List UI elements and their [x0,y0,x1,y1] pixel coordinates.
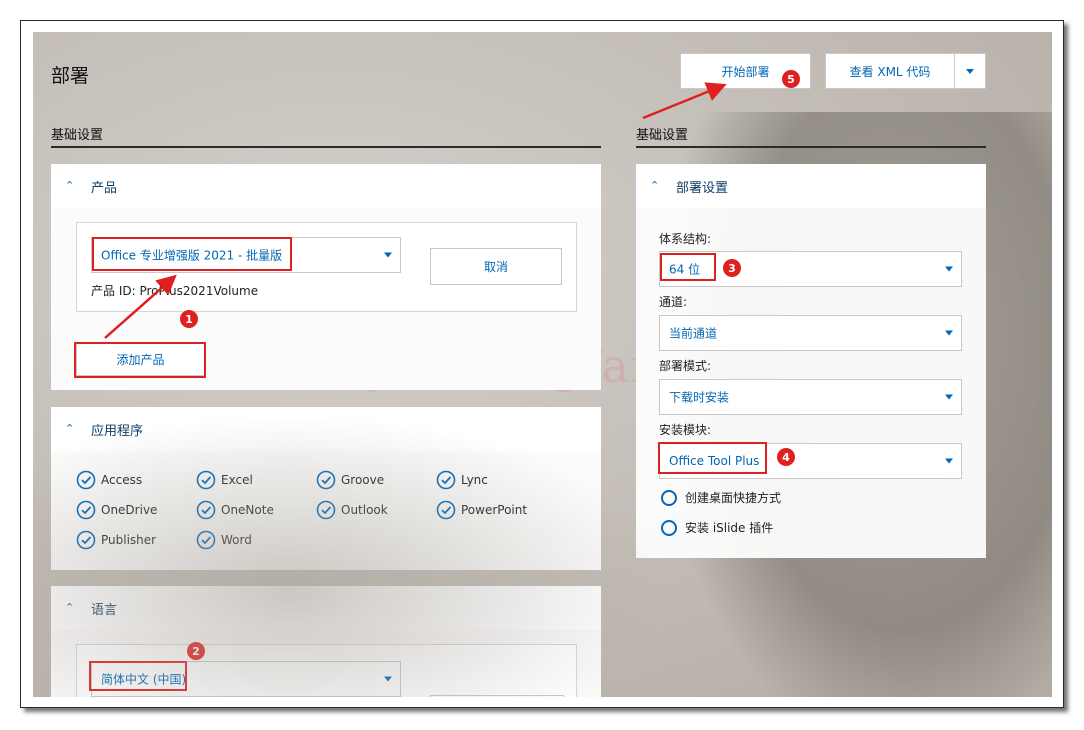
checked-icon [196,470,216,490]
app-checkbox[interactable]: Access [76,470,142,490]
app-checkbox[interactable]: Publisher [76,530,156,550]
app-checkbox[interactable]: Outlook [316,500,388,520]
app-checkbox-label: Outlook [341,503,388,517]
app-checkbox-label: Lync [461,473,488,487]
annotation-arrows [104,82,727,339]
language-select-value: 简体中文 (中国) [101,672,187,687]
apps-panel: ⌃ 应用程序 Access Excel Groove Lync OneDrive OneN… [51,407,601,570]
checked-icon [76,500,96,520]
app-checkbox[interactable]: Excel [196,470,253,490]
checked-icon [196,500,216,520]
language-panel-title: 语言 [91,603,118,618]
app-window: 云东方yundongfang 部署 开始部署 查看 XML 代码 基础设置 基础… [33,32,1052,697]
checked-icon [76,470,96,490]
app-checkbox[interactable]: Groove [316,470,384,490]
app-checkbox-label: OneDrive [101,503,158,517]
app-checkbox-label: PowerPoint [461,503,528,517]
app-checkbox[interactable]: OneDrive [76,500,157,520]
checked-icon [316,500,336,520]
app-checkbox[interactable]: PowerPoint [436,500,527,520]
apps-panel-title: 应用程序 [91,424,144,439]
checked-icon [196,530,216,550]
app-checkbox-label: Publisher [101,533,157,547]
checked-icon [436,500,456,520]
apps-panel-header[interactable]: ⌃ 应用程序 [51,407,601,451]
app-checkbox-label: Excel [221,473,253,487]
app-checkbox-label: OneNote [221,503,274,517]
checked-icon [76,530,96,550]
chevron-up-icon: ⌃ [65,422,75,435]
app-checkbox-label: Word [221,533,252,547]
app-checkbox-label: Access [101,473,143,487]
checked-icon [316,470,336,490]
annotation-box-language [89,661,187,691]
app-checkbox[interactable]: Word [196,530,252,550]
language-panel-header[interactable]: ⌃ 语言 [51,586,601,630]
language-select[interactable]: 简体中文 (中国) [91,661,401,697]
arrow-1 [104,274,177,339]
app-checkbox[interactable]: OneNote [196,500,274,520]
chevron-down-icon [384,676,392,682]
checked-icon [436,470,456,490]
language-card: 简体中文 (中国) [76,644,577,697]
chevron-up-icon: ⌃ [65,601,75,614]
screenshot-frame: 云东方yundongfang 部署 开始部署 查看 XML 代码 基础设置 基础… [20,20,1064,708]
language-panel: ⌃ 语言 简体中文 (中国) [51,586,601,697]
language-cancel-button[interactable] [430,695,564,697]
annotation-marker-2: 2 [187,642,205,660]
arrow-5 [642,82,727,120]
app-checkbox[interactable]: Lync [436,470,488,490]
app-checkbox-label: Groove [341,473,385,487]
